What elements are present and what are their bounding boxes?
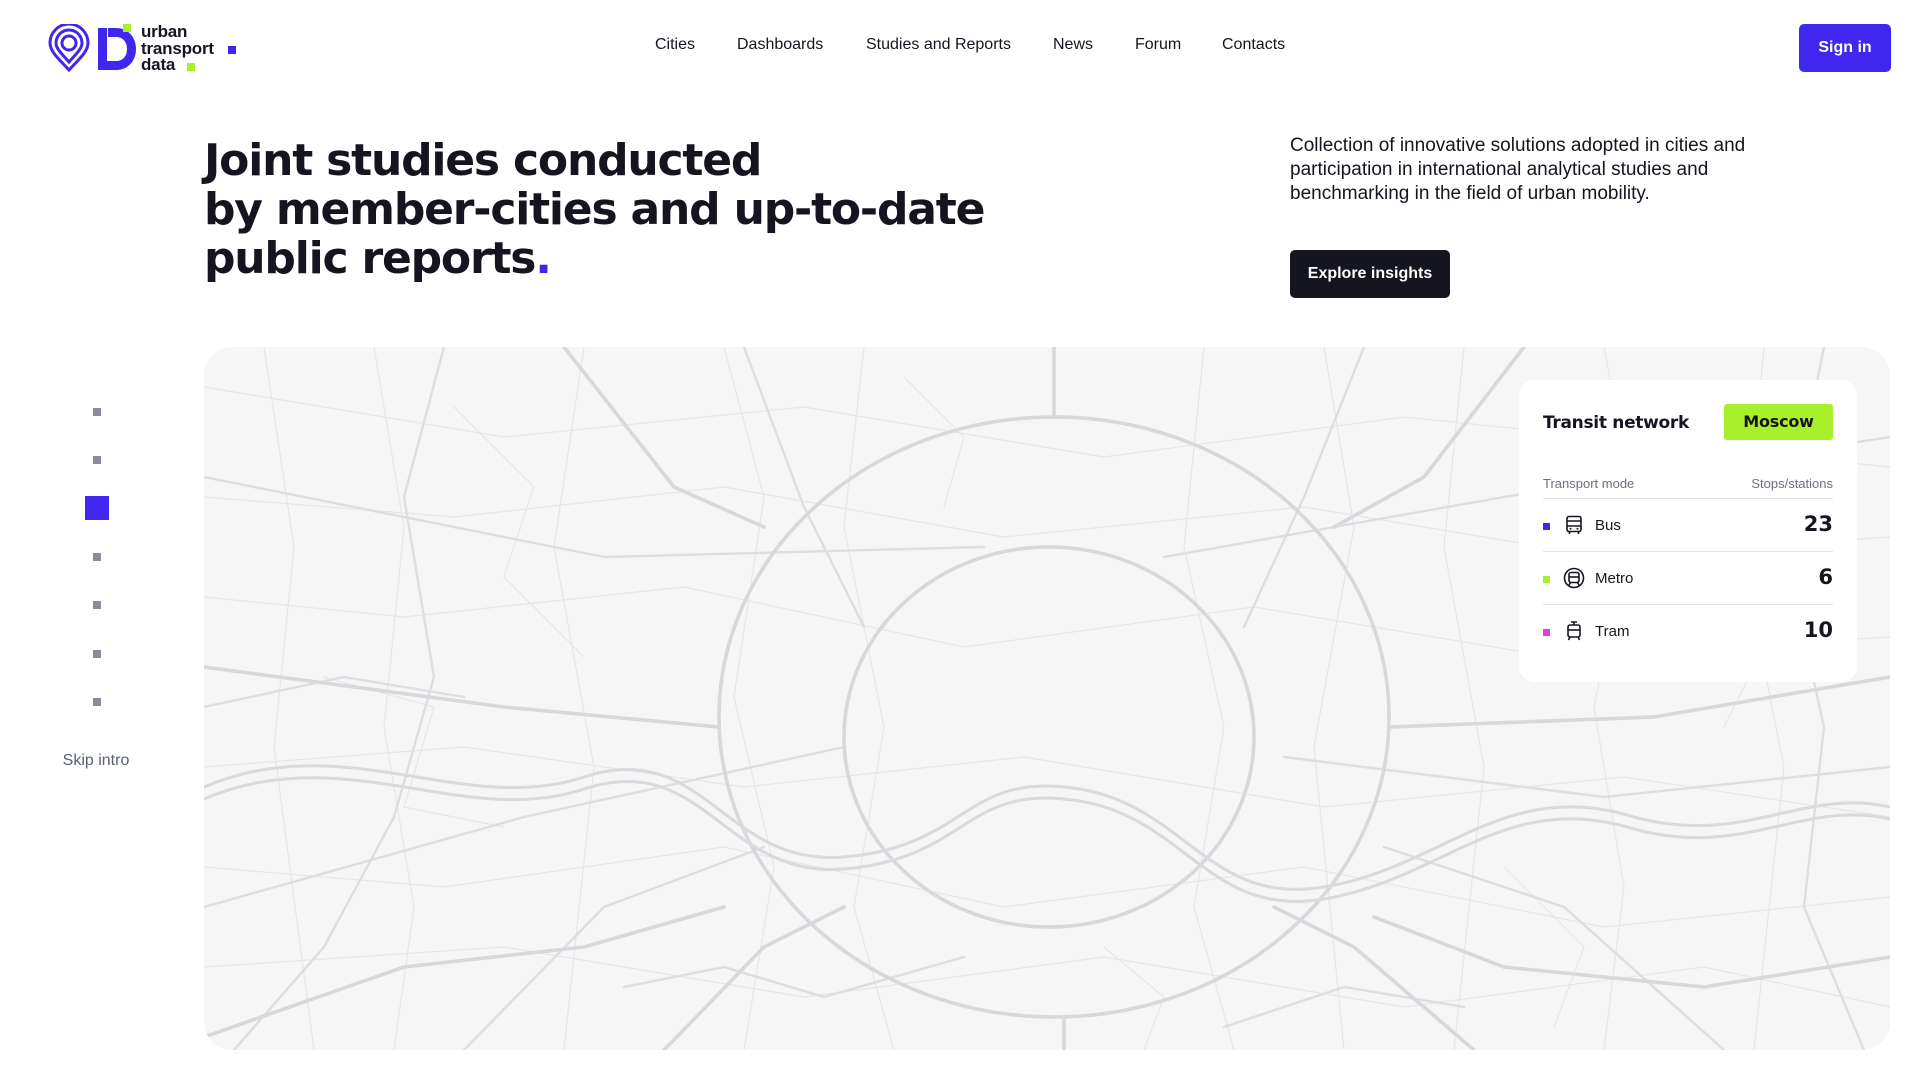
sign-in-button[interactable]: Sign in bbox=[1799, 24, 1891, 72]
logo-lime-square bbox=[123, 24, 131, 32]
transit-mode-label: Tram bbox=[1595, 623, 1630, 640]
skip-intro-link[interactable]: Skip intro bbox=[40, 752, 152, 770]
series-color-square bbox=[1543, 523, 1550, 530]
hero-title-dot: . bbox=[535, 233, 552, 284]
series-color-square bbox=[1543, 576, 1550, 583]
tram-icon bbox=[1567, 621, 1581, 641]
nav-forum[interactable]: Forum bbox=[1135, 36, 1181, 54]
transit-network-card: Transit network Moscow Transport mode St… bbox=[1519, 380, 1857, 682]
hero-title-line: by member-cities and up-to-date bbox=[204, 184, 985, 235]
site-header: urban transport data Cities Dashboards S… bbox=[0, 0, 1920, 96]
hero-title-line: Joint studies conducted bbox=[204, 135, 762, 186]
nav-news[interactable]: News bbox=[1053, 36, 1093, 54]
transit-mode-label: Metro bbox=[1595, 570, 1634, 587]
card-title: Transit network bbox=[1543, 413, 1690, 433]
transit-count-value: 6 bbox=[1818, 565, 1833, 589]
pager-dot[interactable] bbox=[93, 553, 101, 561]
pager-dot[interactable] bbox=[93, 456, 101, 464]
pager-dot[interactable] bbox=[93, 601, 101, 609]
transit-row-tram[interactable]: Tram 10 bbox=[1543, 604, 1833, 657]
series-color-square bbox=[1543, 629, 1550, 636]
explore-insights-button[interactable]: Explore insights bbox=[1290, 250, 1450, 298]
metro-icon bbox=[1563, 567, 1585, 589]
hero-description: Collection of innovative solutions adopt… bbox=[1290, 135, 1746, 204]
nav-cities[interactable]: Cities bbox=[655, 36, 695, 54]
nav-contacts[interactable]: Contacts bbox=[1222, 36, 1285, 54]
pager-dot-active[interactable] bbox=[85, 496, 109, 520]
bus-icon bbox=[1566, 515, 1582, 534]
pager-dot[interactable] bbox=[93, 408, 101, 416]
hero-title: Joint studies conducted by member-cities… bbox=[204, 136, 1104, 283]
logo-line: data bbox=[141, 55, 176, 74]
pager-dot[interactable] bbox=[93, 650, 101, 658]
hero-title-line: public reports bbox=[204, 233, 536, 284]
nav-dashboards[interactable]: Dashboards bbox=[737, 36, 823, 54]
city-badge[interactable]: Moscow bbox=[1724, 404, 1833, 440]
transit-count-value: 23 bbox=[1803, 512, 1833, 536]
transit-row-metro[interactable]: Metro 6 bbox=[1543, 551, 1833, 604]
column-header-mode: Transport mode bbox=[1543, 476, 1635, 491]
main-nav: Cities Dashboards Studies and Reports Ne… bbox=[0, 36, 1920, 58]
transit-row-bus[interactable]: Bus 23 bbox=[1543, 498, 1833, 551]
transit-count-value: 10 bbox=[1803, 618, 1833, 642]
column-header-count: Stops/stations bbox=[1751, 476, 1833, 491]
pager-dot[interactable] bbox=[93, 698, 101, 706]
nav-studies-and-reports[interactable]: Studies and Reports bbox=[866, 36, 1011, 54]
transit-mode-label: Bus bbox=[1595, 517, 1621, 534]
